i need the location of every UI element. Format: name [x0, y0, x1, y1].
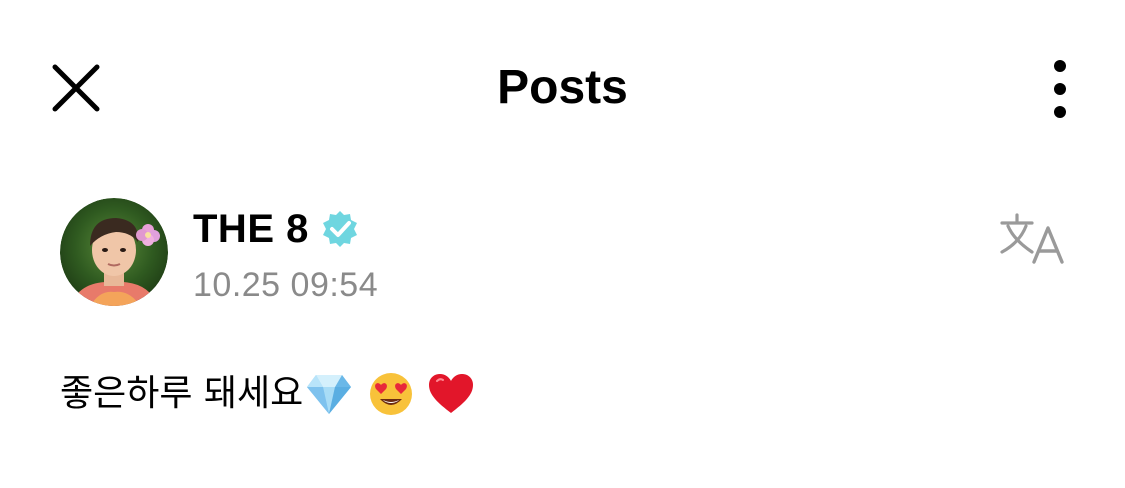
translate-button[interactable]: [996, 210, 1070, 266]
more-vertical-icon: [1054, 60, 1066, 118]
post-header: THE 8 10.25 09:54: [0, 190, 1125, 320]
top-bar: Posts: [0, 0, 1125, 176]
post-timestamp: 10.25 09:54: [193, 266, 379, 304]
translate-icon: [1000, 213, 1064, 264]
avatar[interactable]: [60, 198, 168, 306]
close-button[interactable]: [44, 56, 108, 120]
heart-eyes-face-icon: [367, 370, 415, 418]
author-row: THE 8: [193, 204, 361, 254]
page-title: Posts: [497, 61, 628, 114]
red-heart-icon: [427, 370, 475, 418]
post-text: 좋은하루 돼세요: [60, 373, 304, 414]
avatar-image: [60, 198, 168, 306]
gem-icon: [305, 370, 353, 418]
more-options-button[interactable]: [1030, 52, 1090, 124]
author-name[interactable]: THE 8: [193, 204, 309, 254]
close-icon: [52, 64, 100, 112]
verified-badge-icon: [319, 208, 361, 250]
post-body: 좋은하루 돼세요: [60, 366, 475, 422]
